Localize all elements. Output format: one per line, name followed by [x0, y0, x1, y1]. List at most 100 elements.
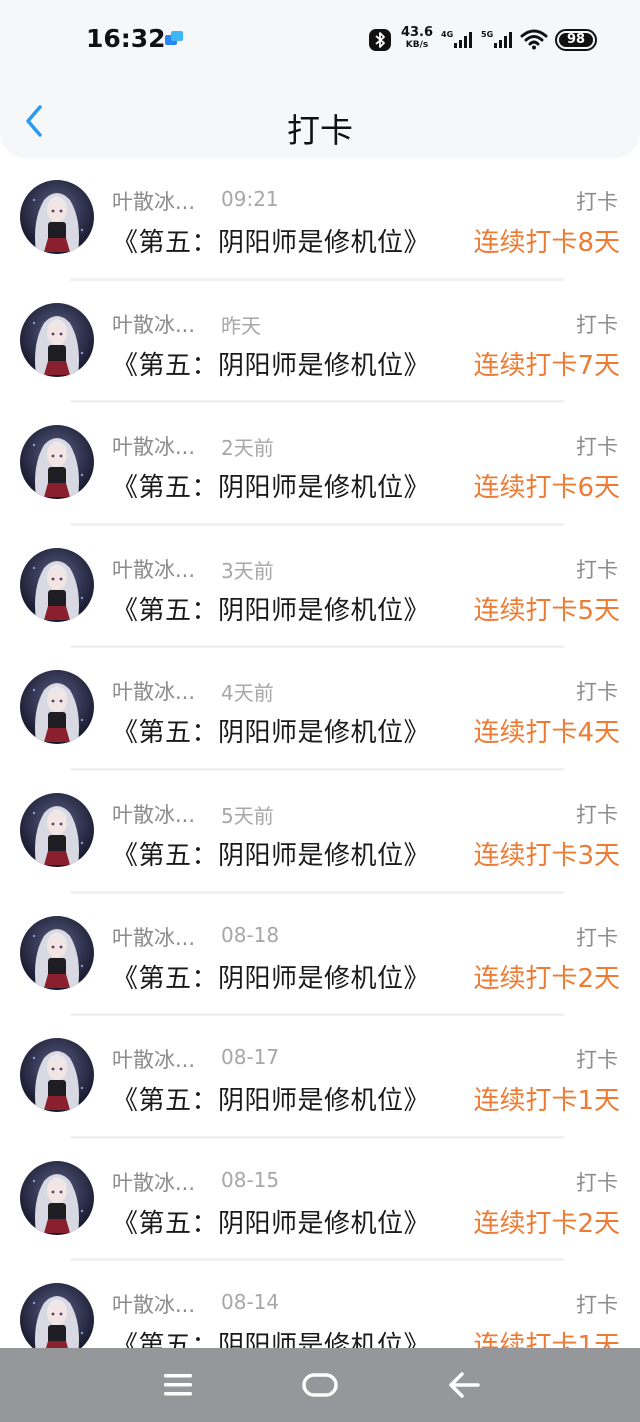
streak-label: 连续打卡5天 — [473, 595, 620, 626]
streak-label: 连续打卡6天 — [473, 473, 620, 504]
checkin-item[interactable]: 叶散冰... 3天前 打卡 《第五：阴阳师是修机位》 连续打卡5天 — [0, 526, 640, 649]
streak-label: 连续打卡1天 — [473, 1331, 620, 1348]
checkin-item[interactable]: 叶散冰... 2天前 打卡 《第五：阴阳师是修机位》 连续打卡6天 — [0, 403, 640, 526]
checkin-item[interactable]: 叶散冰... 09:21 打卡 《第五：阴阳师是修机位》 连续打卡8天 — [0, 158, 640, 281]
battery-icon: 98 — [555, 29, 597, 51]
user-name: 叶散冰... — [112, 1293, 196, 1318]
user-name: 叶散冰... — [112, 1048, 196, 1073]
cellular-signal-icon: 5G — [480, 28, 514, 50]
menu-icon — [164, 1374, 192, 1396]
post-title[interactable]: 《第五：阴阳师是修机位》 — [112, 345, 430, 382]
checkin-item[interactable]: 叶散冰... 4天前 打卡 《第五：阴阳师是修机位》 连续打卡4天 — [0, 648, 640, 771]
avatar-image — [20, 302, 94, 377]
user-name: 叶散冰... — [112, 802, 196, 827]
checkin-time: 昨天 — [221, 313, 261, 338]
streak-label: 连续打卡3天 — [473, 840, 620, 871]
streak-label: 连续打卡8天 — [473, 228, 620, 258]
network-speed-unit: KB/s — [405, 40, 429, 50]
avatar[interactable] — [20, 302, 94, 377]
checkin-type-label: 打卡 — [576, 802, 618, 827]
streak-label: 连续打卡2天 — [473, 1208, 620, 1239]
avatar[interactable] — [20, 425, 94, 500]
avatar[interactable] — [20, 1038, 94, 1113]
avatar-image — [20, 425, 94, 500]
checkin-item[interactable]: 叶散冰... 08-14 打卡 《第五：阴阳师是修机位》 连续打卡1天 — [0, 1261, 640, 1348]
avatar-image — [20, 1160, 94, 1235]
checkin-type-label: 打卡 — [576, 1170, 618, 1195]
user-name: 叶散冰... — [112, 435, 196, 460]
back-nav-button[interactable] — [444, 1368, 484, 1402]
post-title[interactable]: 《第五：阴阳师是修机位》 — [112, 222, 430, 259]
checkin-time: 08-14 — [221, 1290, 280, 1315]
avatar[interactable] — [20, 915, 94, 990]
back-arrow-icon — [449, 1372, 480, 1398]
header: 打卡 — [0, 84, 640, 158]
avatar-image — [20, 1283, 94, 1348]
checkin-type-label: 打卡 — [576, 435, 618, 460]
post-title[interactable]: 《第五：阴阳师是修机位》 — [112, 467, 430, 504]
checkin-item[interactable]: 叶散冰... 08-18 打卡 《第五：阴阳师是修机位》 连续打卡2天 — [0, 894, 640, 1017]
wifi-icon — [520, 28, 548, 50]
avatar[interactable] — [20, 180, 94, 254]
avatar-image — [20, 670, 94, 745]
checkin-type-label: 打卡 — [576, 1048, 618, 1073]
checkin-time: 4天前 — [221, 681, 274, 706]
user-name: 叶散冰... — [112, 1170, 196, 1195]
checkin-time: 08-17 — [221, 1045, 280, 1070]
avatar[interactable] — [20, 1283, 94, 1348]
status-bar: 16:32 43.6 KB/s 4G 5G 98 — [0, 0, 640, 84]
home-button[interactable] — [300, 1368, 340, 1402]
checkin-time: 09:21 — [221, 187, 279, 211]
checkin-time: 08-15 — [221, 1167, 280, 1192]
user-name: 叶散冰... — [112, 190, 196, 214]
status-time: 16:32 — [86, 24, 166, 53]
post-title[interactable]: 《第五：阴阳师是修机位》 — [112, 835, 430, 872]
avatar-image — [20, 547, 94, 622]
checkin-time: 2天前 — [221, 436, 274, 461]
post-title[interactable]: 《第五：阴阳师是修机位》 — [112, 1325, 430, 1348]
user-name: 叶散冰... — [112, 312, 196, 337]
avatar-image — [20, 1038, 94, 1113]
signal-label-5g: 5G — [481, 30, 493, 39]
avatar-image — [20, 915, 94, 990]
avatar[interactable] — [20, 792, 94, 867]
signal-label-4g: 4G — [441, 30, 453, 39]
bluetooth-icon — [368, 28, 392, 52]
streak-label: 连续打卡4天 — [473, 718, 620, 749]
network-speed-value: 43.6 — [400, 25, 434, 40]
post-title[interactable]: 《第五：阴阳师是修机位》 — [112, 958, 430, 995]
checkin-type-label: 打卡 — [576, 557, 618, 582]
checkin-item[interactable]: 叶散冰... 5天前 打卡 《第五：阴阳师是修机位》 连续打卡3天 — [0, 771, 640, 894]
avatar-image — [20, 792, 94, 867]
checkin-time: 3天前 — [221, 558, 274, 583]
post-title[interactable]: 《第五：阴阳师是修机位》 — [112, 590, 430, 627]
streak-label: 连续打卡2天 — [473, 963, 620, 994]
menu-button[interactable] — [158, 1368, 198, 1402]
post-title[interactable]: 《第五：阴阳师是修机位》 — [112, 1080, 430, 1117]
post-title[interactable]: 《第五：阴阳师是修机位》 — [112, 1203, 430, 1240]
network-speed: 43.6 KB/s — [400, 26, 434, 50]
checkin-list[interactable]: 叶散冰... 09:21 打卡 《第五：阴阳师是修机位》 连续打卡8天 叶散冰.… — [0, 158, 640, 1348]
post-title[interactable]: 《第五：阴阳师是修机位》 — [112, 712, 430, 749]
streak-label: 连续打卡1天 — [473, 1086, 620, 1117]
checkin-time: 08-18 — [221, 922, 280, 947]
checkin-item[interactable]: 叶散冰... 08-15 打卡 《第五：阴阳师是修机位》 连续打卡2天 — [0, 1139, 640, 1262]
checkin-type-label: 打卡 — [576, 680, 618, 705]
checkin-item[interactable]: 叶散冰... 昨天 打卡 《第五：阴阳师是修机位》 连续打卡7天 — [0, 281, 640, 404]
user-name: 叶散冰... — [112, 680, 196, 705]
streak-label: 连续打卡7天 — [473, 350, 620, 381]
avatar[interactable] — [20, 1160, 94, 1235]
user-name: 叶散冰... — [112, 557, 196, 582]
checkin-time: 5天前 — [221, 803, 274, 828]
system-nav-bar — [0, 1348, 640, 1422]
battery-level: 98 — [559, 33, 593, 47]
home-icon — [302, 1373, 338, 1397]
checkin-type-label: 打卡 — [576, 1293, 618, 1318]
user-name: 叶散冰... — [112, 925, 196, 950]
checkin-item[interactable]: 叶散冰... 08-17 打卡 《第五：阴阳师是修机位》 连续打卡1天 — [0, 1016, 640, 1139]
avatar-image — [20, 180, 94, 254]
avatar[interactable] — [20, 547, 94, 622]
page-title: 打卡 — [287, 111, 353, 150]
checkin-type-label: 打卡 — [576, 190, 618, 214]
avatar[interactable] — [20, 670, 94, 745]
